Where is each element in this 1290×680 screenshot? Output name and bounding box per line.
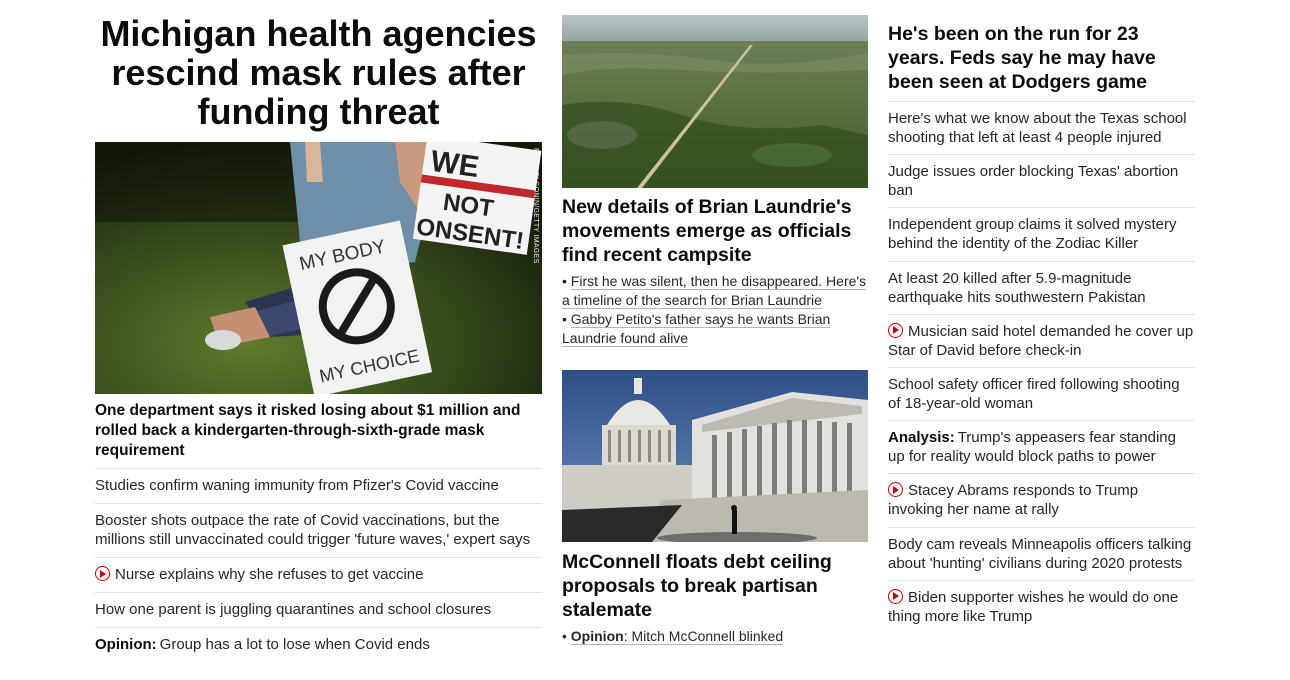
list-item[interactable]: At least 20 killed after 5.9-magnitude e…: [888, 260, 1195, 314]
opinion-label: Opinion: [570, 628, 624, 644]
list-item[interactable]: Nurse explains why she refuses to get va…: [95, 557, 542, 592]
list-item[interactable]: Judge issues order blocking Texas' abort…: [888, 154, 1195, 207]
lead-story-image[interactable]: WE NOT ONSENT! MY BODY MY CHOICE EMILY E…: [95, 142, 542, 394]
mcconnell-headline[interactable]: McConnell floats debt ceiling proposals …: [562, 550, 868, 622]
related-link[interactable]: Opinion: Mitch McConnell blinked: [570, 628, 784, 645]
lead-story-column: Michigan health agencies rescind mask ru…: [95, 0, 542, 653]
analysis-label: Analysis:: [888, 429, 955, 447]
list-item[interactable]: Here's what we know about the Texas scho…: [888, 101, 1195, 154]
lead-headline[interactable]: Michigan health agencies rescind mask ru…: [95, 14, 542, 131]
fugitive-headline[interactable]: He's been on the run for 23 years. Feds …: [888, 22, 1195, 94]
related-link[interactable]: First he was silent, then he disappeared…: [562, 273, 867, 309]
capitol-photo: [562, 370, 868, 542]
video-play-icon: [888, 322, 903, 338]
list-item[interactable]: Booster shots outpace the rate of Covid …: [95, 503, 542, 557]
list-item[interactable]: Studies confirm waning immunity from Pfi…: [95, 468, 542, 503]
headline-link[interactable]: Biden supporter wishes he would do one t…: [888, 589, 1178, 625]
list-item[interactable]: School safety officer fired following sh…: [888, 366, 1195, 420]
laundrie-headline[interactable]: New details of Brian Laundrie's movement…: [562, 195, 872, 267]
headline-link[interactable]: Musician said hotel demanded he cover up…: [888, 323, 1193, 359]
headline-link[interactable]: How one parent is juggling quarantines a…: [95, 601, 491, 618]
related-bullet: • Opinion: Mitch McConnell blinked: [562, 628, 784, 645]
protest-photo: WE NOT ONSENT! MY BODY MY CHOICE: [95, 142, 542, 394]
video-play-icon: [95, 566, 110, 581]
headline-link[interactable]: Independent group claims it solved myste…: [888, 216, 1176, 252]
top-stories-list: Here's what we know about the Texas scho…: [888, 101, 1195, 633]
headline-link[interactable]: Booster shots outpace the rate of Covid …: [95, 512, 530, 548]
headline-link[interactable]: Body cam reveals Minneapolis officers ta…: [888, 536, 1191, 572]
headline-link[interactable]: School safety officer fired following sh…: [888, 376, 1180, 412]
lead-subheadline[interactable]: One department says it risked losing abo…: [95, 401, 542, 461]
related-headlines-list: Studies confirm waning immunity from Pfi…: [95, 468, 542, 662]
list-item[interactable]: Stacey Abrams responds to Trump invoking…: [888, 473, 1195, 526]
list-item[interactable]: Body cam reveals Minneapolis officers ta…: [888, 526, 1195, 580]
headline-link[interactable]: Group has a lot to lose when Covid ends: [160, 636, 430, 653]
related-bullet: • Gabby Petito's father says he wants Br…: [562, 311, 831, 347]
headline-link[interactable]: At least 20 killed after 5.9-magnitude e…: [888, 270, 1146, 306]
sign-text-we: WE: [429, 145, 481, 184]
headline-link[interactable]: Nurse explains why she refuses to get va…: [115, 566, 424, 583]
list-item[interactable]: Opinion: Group has a lot to lose when Cov…: [95, 627, 542, 662]
related-link-text: : Mitch McConnell blinked: [623, 628, 784, 644]
aerial-photo: [562, 15, 868, 188]
related-bullet: • First he was silent, then he disappear…: [562, 273, 867, 309]
laundrie-related-links: • First he was silent, then he disappear…: [562, 272, 872, 348]
opinion-label: Opinion:: [95, 636, 157, 653]
related-link[interactable]: Gabby Petito's father says he wants Bria…: [562, 311, 831, 347]
video-play-icon: [888, 588, 903, 604]
aerial-swamp-image[interactable]: [562, 15, 868, 188]
list-item[interactable]: Biden supporter wishes he would do one t…: [888, 579, 1195, 633]
image-credit: EMILY ELCONIN/GETTY IMAGES: [532, 148, 539, 264]
list-item[interactable]: How one parent is juggling quarantines a…: [95, 592, 542, 627]
headline-link[interactable]: Stacey Abrams responds to Trump invoking…: [888, 482, 1138, 518]
headline-link[interactable]: Studies confirm waning immunity from Pfi…: [95, 477, 499, 494]
headline-link[interactable]: Judge issues order blocking Texas' abort…: [888, 163, 1178, 199]
capitol-image[interactable]: [562, 370, 868, 542]
video-play-icon: [888, 482, 903, 498]
list-item[interactable]: Musician said hotel demanded he cover up…: [888, 313, 1195, 367]
list-item[interactable]: Analysis: Trump's appeasers fear standing…: [888, 420, 1195, 473]
list-item[interactable]: Independent group claims it solved myste…: [888, 207, 1195, 260]
mcconnell-related-links: • Opinion: Mitch McConnell blinked: [562, 627, 868, 646]
headline-link[interactable]: Here's what we know about the Texas scho…: [888, 110, 1187, 146]
